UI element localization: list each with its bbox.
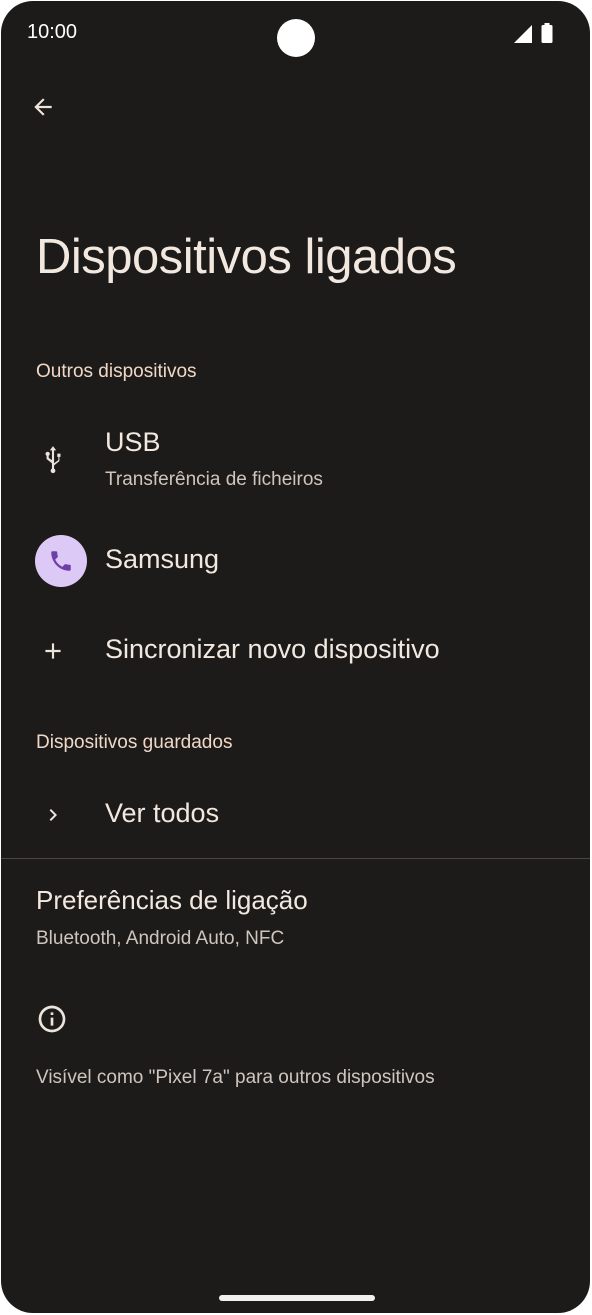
phone-icon	[51, 551, 71, 571]
see-all-label: Ver todos	[105, 798, 220, 828]
battery-icon	[541, 23, 553, 43]
gesture-nav-handle[interactable]	[219, 1295, 375, 1301]
page-title: Dispositivos ligados	[36, 230, 457, 284]
signal-icon	[514, 25, 532, 43]
samsung-device-item[interactable]: Samsung	[1, 517, 590, 605]
back-button[interactable]	[23, 87, 63, 127]
camera-cutout	[277, 19, 315, 57]
arrow-back-icon	[34, 98, 52, 116]
device-avatar	[35, 535, 87, 587]
section-title-other-devices: Outros dispositivos	[36, 361, 197, 382]
divider	[1, 858, 590, 859]
section-title-saved-devices: Dispositivos guardados	[36, 732, 233, 753]
status-time: 10:00	[27, 21, 78, 43]
see-all-item[interactable]: Ver todos	[1, 777, 590, 853]
plus-icon	[35, 633, 71, 669]
status-bar: 10:00	[1, 1, 590, 65]
usb-label: USB	[105, 427, 161, 457]
pair-new-device-item[interactable]: Sincronizar novo dispositivo	[1, 613, 590, 689]
phone-screen: 10:00 Dispositivos ligados Outros dispos…	[1, 1, 590, 1313]
visibility-text: Visível como "Pixel 7a" para outros disp…	[36, 1067, 435, 1088]
chevron-right-icon	[35, 797, 71, 833]
connection-preferences-label: Preferências de ligação	[36, 885, 308, 915]
usb-icon	[35, 441, 71, 477]
usb-item[interactable]: USB Transferência de ficheiros	[1, 411, 590, 507]
info-icon	[38, 1005, 66, 1033]
pair-new-device-label: Sincronizar novo dispositivo	[105, 634, 440, 664]
connection-preferences-subtitle: Bluetooth, Android Auto, NFC	[36, 928, 285, 949]
samsung-label: Samsung	[105, 544, 220, 574]
usb-subtitle: Transferência de ficheiros	[105, 469, 323, 490]
